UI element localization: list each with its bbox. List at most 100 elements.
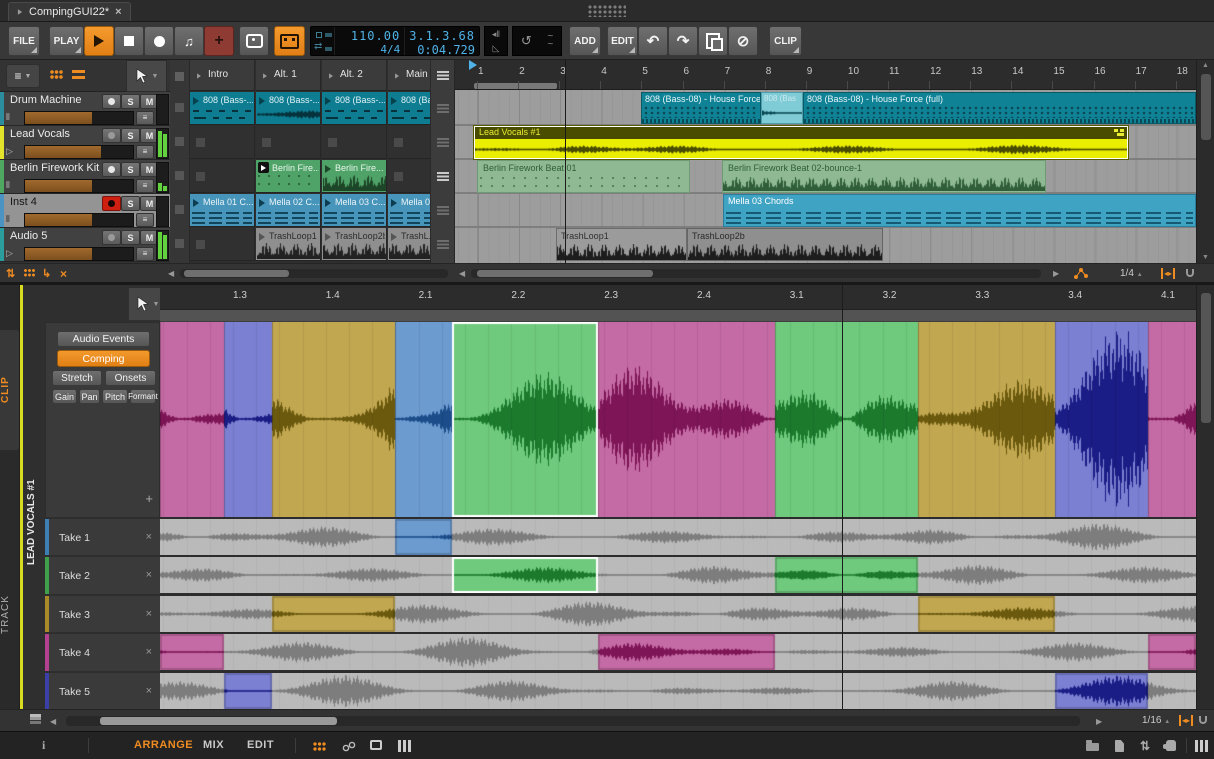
scroll-thumb[interactable] bbox=[1201, 293, 1211, 423]
delete-take-icon[interactable]: × bbox=[146, 531, 152, 543]
track-stop-button[interactable] bbox=[175, 137, 184, 146]
arranger-clip-808-c[interactable]: 808 (Bass-08) - House Force (full) bbox=[803, 92, 1196, 124]
edit-menu-button[interactable]: EDIT bbox=[607, 26, 638, 56]
comping-button[interactable]: Comping bbox=[57, 350, 150, 367]
onsets-button[interactable]: Onsets bbox=[105, 370, 156, 386]
volume-slider[interactable] bbox=[24, 213, 134, 227]
tab-track[interactable]: TRACK bbox=[0, 555, 19, 675]
launcher-clip[interactable]: 808 (Bass-... bbox=[256, 92, 321, 125]
editor-ruler[interactable]: 1.31.42.12.22.32.43.13.23.33.44.1 bbox=[160, 285, 1196, 310]
browser-icon[interactable] bbox=[1086, 743, 1099, 751]
project-tab[interactable]: CompingGUI22* × bbox=[8, 2, 131, 21]
track-row-lead-vocals[interactable]: Lead VocalsSM▷≡ bbox=[0, 126, 170, 160]
solo-button[interactable]: S bbox=[121, 230, 140, 245]
editor-hscroll[interactable] bbox=[66, 716, 1080, 726]
scene-header-alt2[interactable]: Alt. 2 bbox=[322, 60, 387, 91]
metronome-button[interactable]: ♫ bbox=[174, 26, 204, 56]
empty-clip-slot[interactable] bbox=[388, 160, 430, 193]
grid-view-icon[interactable] bbox=[50, 70, 63, 80]
dual-display-icon[interactable] bbox=[370, 740, 382, 750]
comp-lane[interactable] bbox=[160, 322, 1196, 517]
delete-take-icon[interactable]: × bbox=[146, 608, 152, 620]
scroll-up-icon[interactable]: ▲ bbox=[1202, 62, 1209, 69]
stretch-button[interactable]: Stretch bbox=[52, 370, 102, 386]
song-time[interactable]: 0:04.729 bbox=[409, 43, 475, 57]
snap-icon[interactable]: ◂▸ bbox=[1161, 268, 1175, 279]
clip-alt-icon[interactable] bbox=[437, 104, 449, 113]
snap-icon[interactable]: ◂▸ bbox=[1179, 715, 1193, 726]
scene-header-intro[interactable]: Intro bbox=[190, 60, 255, 91]
take-lane-2[interactable] bbox=[160, 555, 1196, 594]
launcher-clip[interactable]: 808 (Bass-... bbox=[322, 92, 387, 125]
arranger-scrollbar[interactable]: ▲ ▼ bbox=[1196, 60, 1214, 263]
take-row-5[interactable]: Take 5× bbox=[45, 671, 160, 709]
delete-take-icon[interactable]: × bbox=[146, 685, 152, 697]
solo-button[interactable]: S bbox=[121, 162, 140, 177]
audio-events-button[interactable]: Audio Events bbox=[57, 331, 150, 347]
take-lane-4[interactable] bbox=[160, 632, 1196, 671]
stop-button[interactable] bbox=[114, 26, 144, 56]
comp-takes-icon[interactable] bbox=[1114, 129, 1124, 136]
clip-launcher-toggle-icon[interactable] bbox=[313, 742, 326, 752]
track-layout-button[interactable]: ≡▼ bbox=[6, 64, 40, 88]
launcher-clip[interactable]: 808 (Bass-... bbox=[190, 92, 255, 125]
launcher-clip[interactable]: Berlin Fire... bbox=[256, 160, 321, 193]
volume-slider[interactable] bbox=[24, 145, 134, 159]
scroll-thumb[interactable] bbox=[184, 270, 289, 277]
record-arm-button[interactable] bbox=[102, 94, 121, 109]
editor-grid-value[interactable]: 1/16 ▲ bbox=[1142, 715, 1170, 726]
empty-clip-slot[interactable] bbox=[322, 126, 387, 159]
launcher-clip[interactable]: TrashLoop2b bbox=[322, 228, 387, 261]
clip-alt-icon[interactable] bbox=[437, 240, 449, 249]
take-row-1[interactable]: Take 1× bbox=[45, 517, 160, 555]
arranger-clip-trash-a[interactable]: TrashLoop1 bbox=[556, 228, 687, 261]
follow-arrow-icon[interactable]: ↳ bbox=[42, 267, 51, 280]
record-arm-button[interactable] bbox=[102, 230, 121, 245]
add-take-button[interactable]: + bbox=[145, 491, 153, 506]
scene-header-alt1[interactable]: Alt. 1 bbox=[256, 60, 321, 91]
track-name[interactable]: Inst 4 bbox=[10, 196, 100, 208]
play-menu-button[interactable]: PLAY bbox=[49, 26, 84, 56]
scroll-thumb[interactable] bbox=[1201, 74, 1211, 140]
arranger-clip-berlin-a[interactable]: Berlin Firework Beat 01 bbox=[477, 160, 690, 193]
clear-icon[interactable]: × bbox=[60, 267, 67, 281]
record-arm-button[interactable] bbox=[102, 128, 121, 143]
song-position[interactable]: 3.1.3.68 bbox=[409, 29, 475, 43]
time-signature[interactable]: 4/4 bbox=[339, 43, 400, 56]
magnet-icon[interactable] bbox=[1186, 269, 1194, 277]
solo-button[interactable]: S bbox=[121, 196, 140, 211]
arranger-hscroll[interactable] bbox=[471, 269, 1041, 278]
display-profile-button[interactable] bbox=[239, 26, 269, 56]
tempo-value[interactable]: 110.00 bbox=[339, 29, 400, 43]
launcher-clip[interactable]: Mella 02 C... bbox=[256, 194, 321, 227]
solo-button[interactable]: S bbox=[121, 94, 140, 109]
editor-scrollbar[interactable] bbox=[1196, 285, 1214, 709]
take-row-3[interactable]: Take 3× bbox=[45, 594, 160, 632]
track-name[interactable]: Audio 5 bbox=[10, 230, 100, 242]
empty-clip-slot[interactable] bbox=[256, 126, 321, 159]
stop-all-button[interactable] bbox=[175, 72, 184, 81]
scene-alt-icon[interactable] bbox=[437, 71, 449, 80]
empty-clip-slot[interactable] bbox=[190, 126, 255, 159]
record-arm-button[interactable] bbox=[102, 196, 121, 211]
track-row-drum-machine[interactable]: Drum MachineSM⫴≡ bbox=[0, 92, 170, 126]
arranger-clip-berlin-b[interactable]: Berlin Firework Beat 02-bounce-1 bbox=[722, 160, 1046, 193]
track-row-berlin-firework-kit[interactable]: Berlin Firework KitSM⫴≡ bbox=[0, 160, 170, 194]
arranger-clip-lead-vocals[interactable]: Lead Vocals #1 bbox=[474, 126, 1128, 159]
slot-grid-icon[interactable] bbox=[24, 269, 35, 278]
arranger-grid-value[interactable]: 1/4 ▲ bbox=[1120, 268, 1143, 279]
punch-display[interactable]: ◂‖◺ bbox=[484, 26, 508, 56]
cursor-tool-button[interactable]: ▼ bbox=[126, 60, 167, 92]
delete-take-icon[interactable]: × bbox=[146, 646, 152, 658]
track-menu-button[interactable]: ≡ bbox=[136, 111, 154, 125]
scroll-left-icon[interactable]: ◀ bbox=[459, 269, 465, 278]
add-menu-button[interactable]: ADD bbox=[569, 26, 601, 56]
add-track-button[interactable]: + bbox=[204, 26, 234, 56]
clip-loop-band[interactable] bbox=[160, 310, 1196, 322]
take-row-4[interactable]: Take 4× bbox=[45, 632, 160, 671]
arrange-scroll-thumb[interactable] bbox=[474, 83, 557, 89]
track-stop-button[interactable] bbox=[175, 205, 184, 214]
take-lane-5[interactable] bbox=[160, 671, 1196, 709]
io-routing-icon[interactable]: ⇅ bbox=[1140, 739, 1150, 753]
tab-clip[interactable]: CLIP bbox=[0, 330, 19, 450]
